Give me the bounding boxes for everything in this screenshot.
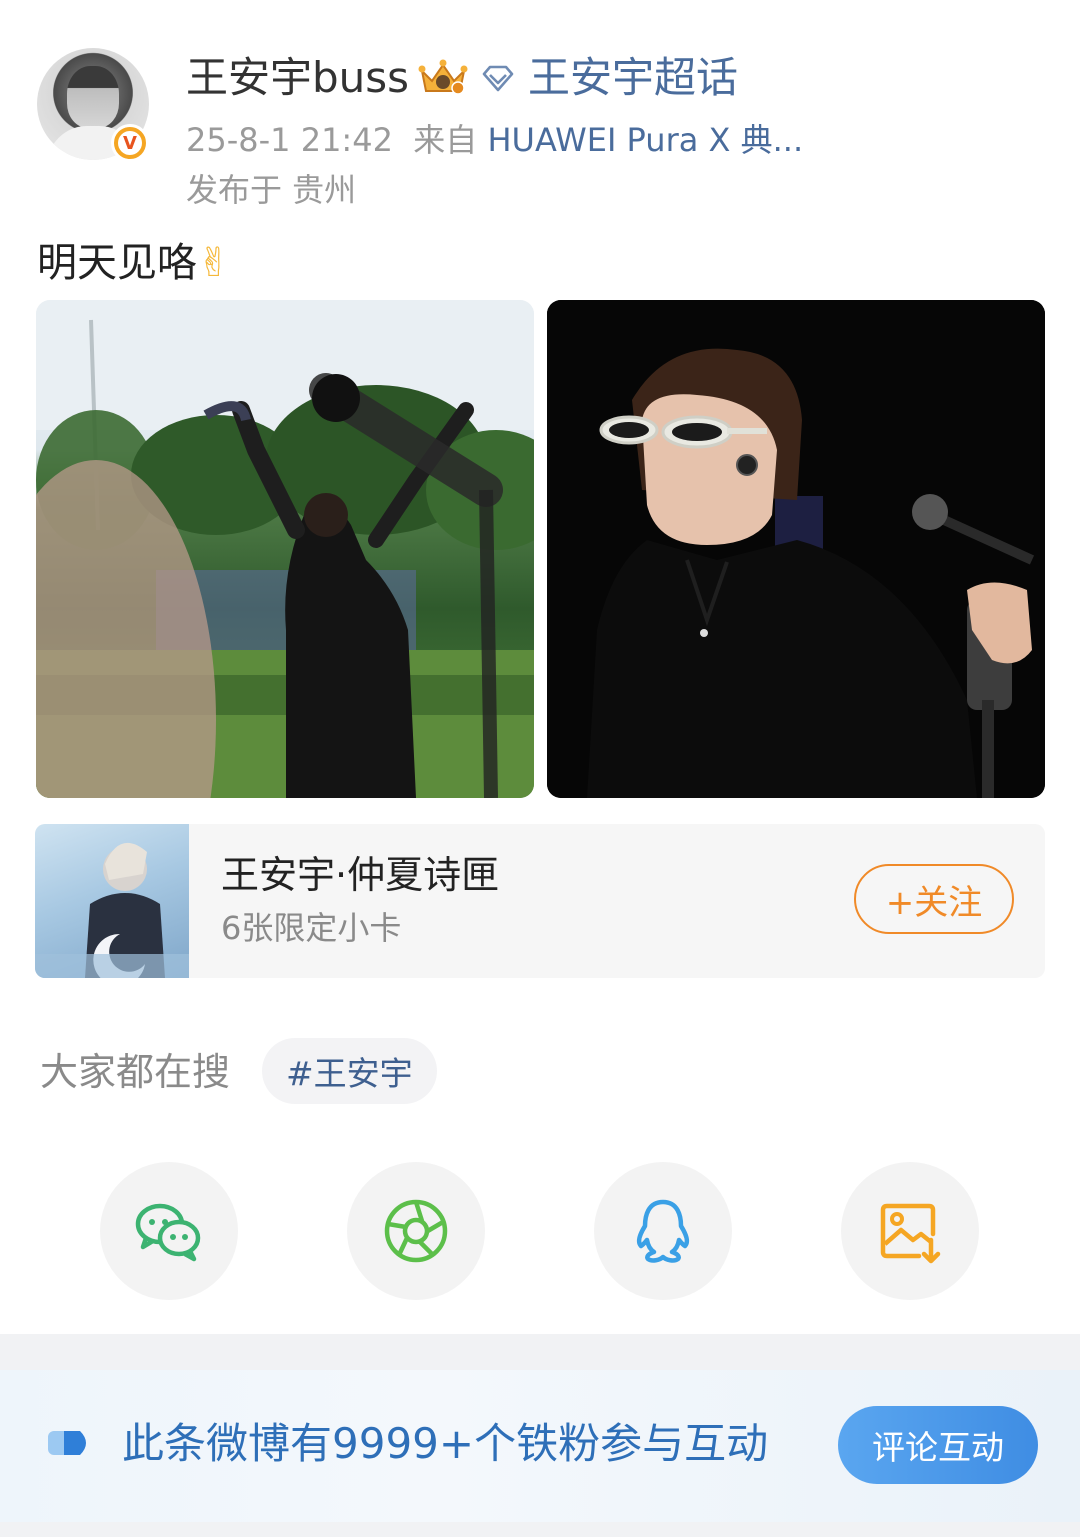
save-image-button[interactable] bbox=[841, 1162, 979, 1300]
post-text-body: 明天见咯 bbox=[37, 240, 197, 286]
follow-button[interactable]: +关注 bbox=[854, 864, 1014, 934]
trending-search-label: 大家都在搜 bbox=[40, 1050, 231, 1094]
card-subtitle: 6张限定小卡 bbox=[221, 909, 402, 947]
fan-badge-icon bbox=[48, 1431, 86, 1455]
post-device[interactable]: HUAWEI Pura X 典... bbox=[487, 121, 803, 159]
post-source-prefix: 来自 bbox=[413, 121, 478, 159]
save-image-icon bbox=[880, 1203, 941, 1264]
post-text: 明天见咯✌ bbox=[37, 236, 231, 290]
photo-1-scene bbox=[36, 300, 534, 798]
share-moments-button[interactable] bbox=[347, 1162, 485, 1300]
username[interactable]: 王安宇buss bbox=[186, 52, 409, 104]
post-meta: 25-8-1 21:42 来自 HUAWEI Pura X 典... bbox=[186, 118, 803, 162]
post-photo-1[interactable] bbox=[36, 300, 534, 798]
victory-emoji: ✌ bbox=[197, 240, 231, 286]
verified-badge-icon: V bbox=[111, 124, 149, 162]
share-qq-button[interactable] bbox=[594, 1162, 732, 1300]
diamond-icon bbox=[482, 65, 514, 92]
fan-interaction-text: 此条微博有9999+个铁粉参与互动 bbox=[122, 1419, 769, 1468]
qq-icon bbox=[636, 1199, 690, 1263]
bottom-strip bbox=[0, 1522, 1080, 1537]
moments-icon bbox=[384, 1199, 448, 1263]
post-photo-2[interactable] bbox=[547, 300, 1045, 798]
product-card[interactable]: 王安宇·仲夏诗匣 6张限定小卡 +关注 bbox=[35, 824, 1045, 978]
card-cover-image bbox=[35, 824, 189, 978]
photo-2-scene bbox=[547, 300, 1045, 798]
post-location: 发布于 贵州 bbox=[186, 171, 357, 209]
card-title: 王安宇·仲夏诗匣 bbox=[221, 853, 500, 897]
post-timestamp: 25-8-1 21:42 bbox=[186, 121, 393, 159]
trending-search-tag[interactable]: #王安宇 bbox=[262, 1038, 437, 1104]
avatar-face bbox=[67, 66, 119, 128]
fan-interaction-banner[interactable]: 此条微博有9999+个铁粉参与互动 评论互动 bbox=[0, 1370, 1080, 1522]
topic-link[interactable]: 王安宇超话 bbox=[528, 52, 738, 104]
wechat-icon bbox=[135, 1203, 201, 1262]
share-wechat-button[interactable] bbox=[100, 1162, 238, 1300]
comment-interact-button[interactable]: 评论互动 bbox=[838, 1406, 1038, 1484]
section-divider bbox=[0, 1334, 1080, 1370]
crown-icon bbox=[418, 59, 468, 95]
